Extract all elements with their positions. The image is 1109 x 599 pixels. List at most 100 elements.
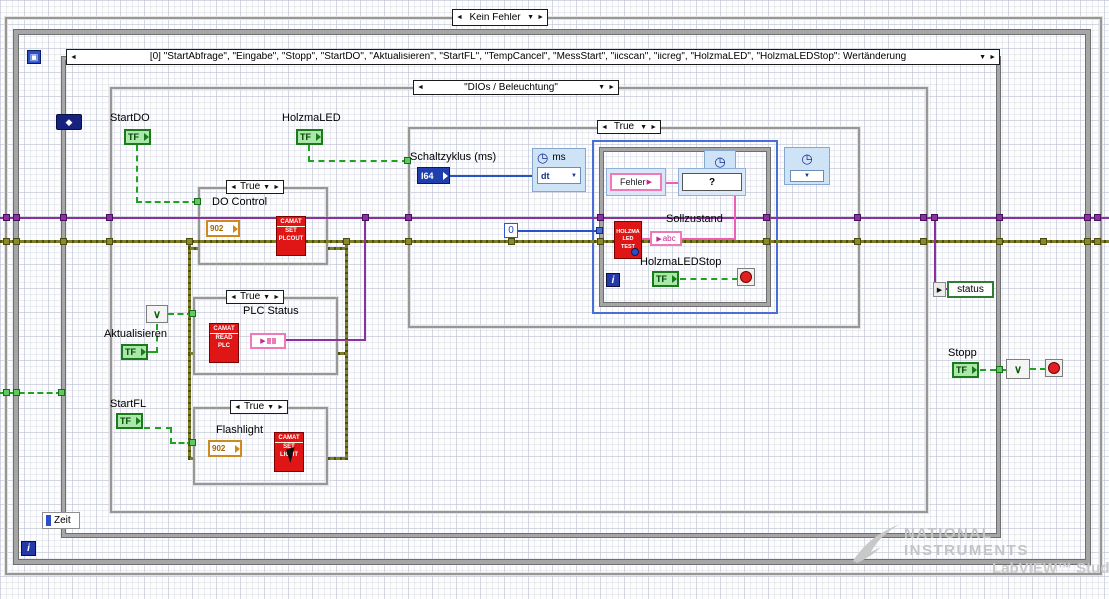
led-dot-icon — [631, 248, 639, 256]
holzmaledstop-label: HolzmaLEDStop — [640, 256, 722, 268]
labview-edition-watermark: LabVIEW™ Studentenve — [992, 560, 1109, 577]
selector-next-icon[interactable]: ► — [273, 184, 280, 191]
selector-prev-icon[interactable]: ◄ — [601, 124, 608, 131]
terminal-output-arrow-icon — [972, 366, 977, 374]
tf-label: TF — [300, 132, 311, 142]
case-selector-true-docontrol[interactable]: ◄ True ▼ ► — [226, 180, 284, 194]
terminal-output-arrow-icon — [136, 417, 141, 425]
equal-compare-node[interactable]: ? — [682, 173, 742, 191]
selector-label: True — [613, 122, 635, 132]
selector-prev-icon[interactable]: ◄ — [234, 404, 241, 411]
camat-set-plcout-node[interactable]: CAMAT SET PLCOUT — [276, 216, 306, 256]
inner-iteration-terminal[interactable]: i — [606, 273, 620, 287]
tunnel — [106, 214, 113, 221]
error-wire-stub2r — [338, 352, 345, 355]
aktualisieren-terminal[interactable]: TF — [121, 344, 148, 360]
abc-string-indicator[interactable]: ▶ abc — [650, 231, 682, 246]
selector-dropdown-icon[interactable]: ▼ — [979, 54, 986, 61]
labview-block-diagram: NATIONAL INSTRUMENTS LabVIEW™ Studentenv… — [0, 0, 1109, 599]
selector-prev-icon[interactable]: ◄ — [70, 54, 77, 61]
selector-dropdown-icon[interactable]: ▼ — [598, 84, 605, 91]
outer-iteration-terminal[interactable]: i — [21, 541, 36, 556]
tunnel — [362, 214, 369, 221]
tf-label: TF — [956, 365, 967, 375]
boolean-wire-or-cond — [1030, 368, 1046, 370]
error-wire-stub1r — [328, 247, 345, 250]
selector-dropdown-icon[interactable]: ▼ — [263, 294, 270, 301]
selector-prev-icon[interactable]: ◄ — [230, 184, 237, 191]
selector-dropdown-icon[interactable]: ▼ — [263, 184, 270, 191]
zero-constant[interactable]: 0 — [504, 223, 518, 238]
ni-brand-line1: NATIONAL — [904, 525, 993, 542]
camat-title: CAMAT — [277, 217, 305, 227]
selector-prev-icon[interactable]: ◄ — [456, 14, 463, 21]
selector-prev-icon[interactable]: ◄ — [230, 294, 237, 301]
terminal-output-arrow-icon — [316, 133, 321, 141]
tunnel — [60, 214, 67, 221]
camat-line: SET — [285, 228, 297, 234]
stopp-terminal[interactable]: TF — [952, 362, 979, 378]
selector-next-icon[interactable]: ► — [650, 124, 657, 131]
selector-next-icon[interactable]: ► — [989, 54, 996, 61]
compare-node-panel: ? — [678, 168, 746, 196]
startdo-terminal[interactable]: TF — [124, 129, 151, 145]
output-arrow-icon: ▶ — [656, 235, 662, 243]
status-input-arrow-icon: ▶ — [933, 282, 946, 297]
inner-loop-condition-terminal[interactable] — [737, 268, 755, 286]
fehler-string-constant[interactable]: Fehler ▶ — [610, 173, 662, 191]
error-wire-stub1 — [188, 247, 198, 250]
plc-status-output-icon[interactable]: ▶ — [250, 333, 286, 349]
event-case-selector[interactable]: ◄ [0] "StartAbfrage", "Eingabe", "Stopp"… — [66, 49, 1000, 65]
tf-label: TF — [125, 347, 136, 357]
selector-dropdown-icon[interactable]: ▼ — [640, 124, 647, 131]
tunnel — [405, 238, 412, 245]
terminal-output-arrow-icon — [672, 275, 677, 283]
boolean-wire-startfl-a — [144, 427, 172, 429]
case-selector-true-flashlight[interactable]: ◄ True ▼ ► — [230, 400, 288, 414]
schaltzyklus-terminal[interactable]: I64 — [417, 167, 450, 184]
selector-next-icon[interactable]: ► — [273, 294, 280, 301]
or-node-left[interactable]: ∨ — [146, 305, 168, 323]
case-selector-kein-fehler[interactable]: ◄ Kein Fehler ▼ ► — [452, 9, 548, 26]
clock-dropdown[interactable]: ▼ — [790, 170, 824, 182]
tunnel — [13, 389, 20, 396]
clock-node-right[interactable]: ◷ ▼ — [784, 147, 830, 185]
holzmaledstop-terminal[interactable]: TF — [652, 271, 679, 287]
event-data-node[interactable]: ◆ — [56, 114, 82, 130]
clock-icon: ◷ — [801, 151, 813, 166]
zeit-label-box[interactable]: Zeit — [42, 512, 80, 529]
event-timeout-terminal[interactable]: ▣ — [27, 50, 41, 64]
flashlight-terminal[interactable]: 902 — [208, 440, 242, 457]
selector-prev-icon[interactable]: ◄ — [417, 84, 424, 91]
selector-label: [0] "StartAbfrage", "Eingabe", "Stopp", … — [149, 52, 907, 62]
outer-loop-condition-terminal[interactable] — [1045, 359, 1063, 377]
dt-selector[interactable]: dt ▼ — [537, 167, 581, 184]
camat-title: CAMAT — [275, 433, 303, 443]
camat-read-plc-node[interactable]: CAMAT READ PLC — [209, 323, 239, 363]
terminal-output-arrow-icon — [235, 444, 240, 453]
case-selector-dios[interactable]: ◄ "DIOs / Beleuchtung" ▼ ► — [413, 80, 619, 95]
holzma-led-test-node[interactable]: HOLZMA LED TEST — [614, 221, 642, 259]
tunnel — [597, 238, 604, 245]
holzmaled-terminal[interactable]: TF — [296, 129, 323, 145]
selector-dropdown-icon[interactable]: ▼ — [267, 404, 274, 411]
tunnel — [508, 238, 515, 245]
selector-dropdown-icon[interactable]: ▼ — [527, 14, 534, 21]
selector-label: Kein Fehler — [469, 12, 521, 23]
startfl-terminal[interactable]: TF — [116, 413, 143, 429]
tunnel — [3, 389, 10, 396]
tunnel — [1084, 214, 1091, 221]
status-indicator[interactable]: status — [947, 281, 994, 298]
case-selector-true-plcstatus[interactable]: ◄ True ▼ ► — [226, 290, 284, 304]
tunnel — [597, 214, 604, 221]
selector-next-icon[interactable]: ► — [537, 14, 544, 21]
selector-next-icon[interactable]: ► — [277, 404, 284, 411]
or-node-right[interactable]: ∨ — [1006, 359, 1030, 379]
do-control-terminal[interactable]: 902 — [206, 220, 240, 237]
selector-next-icon[interactable]: ► — [608, 84, 615, 91]
wait-ms-node[interactable]: ◷ ms dt ▼ — [532, 148, 586, 192]
selector-label: "DIOs / Beleuchtung" — [464, 82, 558, 93]
case-selector-true-right[interactable]: ◄ True ▼ ► — [597, 120, 661, 134]
status-label: status — [957, 284, 984, 295]
error-wire-right-v — [345, 242, 348, 460]
